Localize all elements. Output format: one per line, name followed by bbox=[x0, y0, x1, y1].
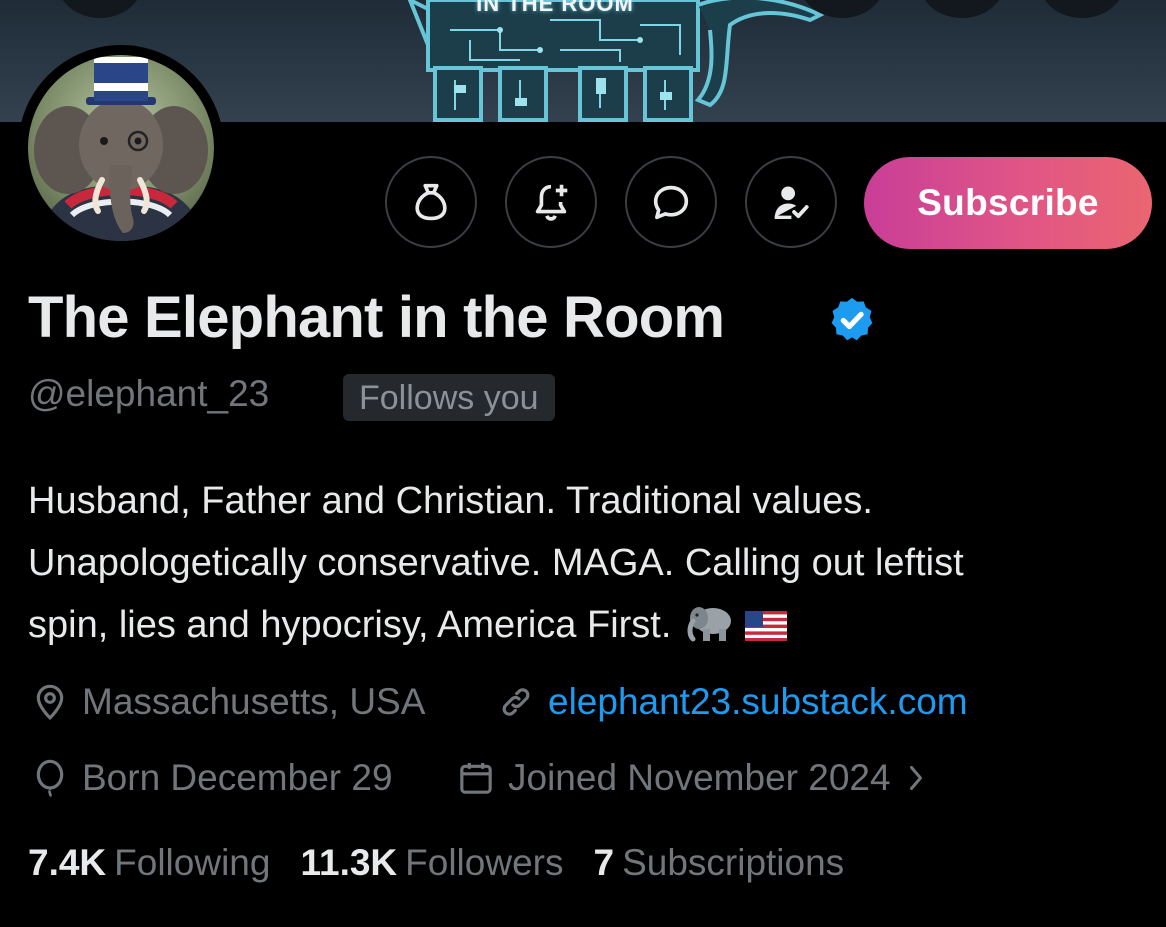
elephant-emoji-icon bbox=[687, 607, 732, 642]
profile-stats: 7.4K Following 11.3K Followers 7 Subscripti… bbox=[28, 842, 874, 884]
avatar[interactable] bbox=[18, 45, 224, 251]
following-label: Following bbox=[114, 842, 271, 883]
more-options-button[interactable] bbox=[1040, 0, 1124, 18]
balloon-icon bbox=[36, 759, 64, 798]
subscribe-button[interactable]: Subscribe bbox=[864, 157, 1152, 249]
back-button[interactable] bbox=[58, 0, 142, 18]
followers-stat[interactable]: 11.3K Followers bbox=[300, 842, 563, 884]
verified-badge-icon[interactable] bbox=[826, 294, 878, 346]
location-text: Massachusetts, USA bbox=[82, 681, 426, 722]
chevron-right-icon bbox=[909, 766, 922, 790]
following-person-check-icon bbox=[774, 186, 809, 220]
tip-button[interactable] bbox=[385, 156, 477, 248]
money-bag-icon bbox=[415, 183, 447, 221]
calendar-icon bbox=[460, 763, 492, 794]
message-button[interactable] bbox=[625, 156, 717, 248]
notification-bell-plus-icon bbox=[535, 184, 568, 221]
avatar-image bbox=[28, 55, 214, 241]
bio-line-text: spin, lies and hypocrisy, America First. bbox=[28, 604, 672, 646]
website-row[interactable]: elephant23.substack.com bbox=[496, 681, 968, 723]
follows-you-badge: Follows you bbox=[343, 374, 555, 421]
notifications-button[interactable] bbox=[505, 156, 597, 248]
location-pin-icon bbox=[36, 684, 64, 721]
birthday-row: Born December 29 bbox=[30, 757, 393, 799]
birthday-text: Born December 29 bbox=[82, 757, 393, 798]
website-link[interactable]: elephant23.substack.com bbox=[548, 681, 968, 723]
bio-line: Unapologetically conservative. MAGA. Cal… bbox=[28, 542, 964, 584]
share-button[interactable] bbox=[920, 0, 1004, 18]
subscriptions-stat[interactable]: 7 Subscriptions bbox=[593, 842, 844, 884]
following-stat[interactable]: 7.4K Following bbox=[28, 842, 270, 884]
followers-label: Followers bbox=[405, 842, 564, 883]
banner-caption: IN THE ROOM bbox=[476, 0, 634, 16]
user-handle: @elephant_23 bbox=[28, 373, 270, 414]
subscriptions-count: 7 bbox=[593, 842, 615, 883]
profile-bio: Husband, Father and Christian. Tradition… bbox=[28, 470, 1158, 656]
following-count: 7.4K bbox=[28, 842, 107, 883]
elephant-circuit-logo bbox=[407, 0, 825, 122]
joined-row[interactable]: Joined November 2024 bbox=[456, 757, 939, 799]
following-button[interactable] bbox=[745, 156, 837, 248]
followers-count: 11.3K bbox=[300, 842, 398, 883]
message-icon bbox=[653, 185, 689, 220]
location-row: Massachusetts, USA bbox=[30, 681, 425, 723]
us-flag-emoji-icon bbox=[745, 611, 788, 641]
display-name: The Elephant in the Room bbox=[28, 285, 725, 350]
link-icon bbox=[502, 688, 530, 716]
joined-text: Joined November 2024 bbox=[508, 757, 891, 798]
subscriptions-label: Subscriptions bbox=[622, 842, 845, 883]
bio-line: Husband, Father and Christian. Tradition… bbox=[28, 480, 873, 522]
bio-line-last: spin, lies and hypocrisy, America First. bbox=[28, 594, 1158, 656]
